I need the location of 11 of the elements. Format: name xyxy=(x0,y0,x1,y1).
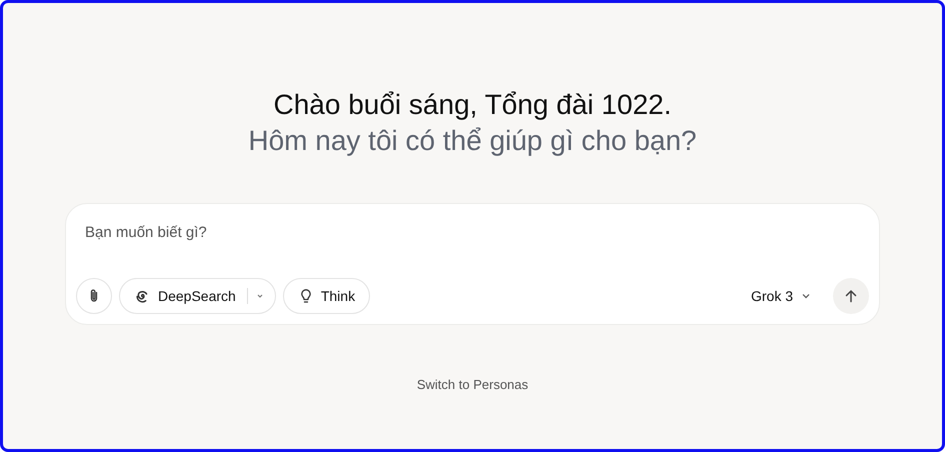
arrow-up-icon xyxy=(843,288,859,304)
send-button[interactable] xyxy=(833,278,869,314)
greeting-subtitle: Hôm nay tôi có thể giúp gì cho bạn? xyxy=(248,124,697,158)
switch-personas-link[interactable]: Switch to Personas xyxy=(416,377,528,392)
model-selector[interactable]: Grok 3 xyxy=(744,287,818,305)
deepsearch-label: DeepSearch xyxy=(158,288,236,304)
prompt-field[interactable]: Bạn muốn biết gì? xyxy=(76,222,869,243)
deepsearch-button[interactable]: DeepSearch xyxy=(119,278,276,314)
attach-button[interactable] xyxy=(76,278,112,314)
think-button[interactable]: Think xyxy=(282,278,370,314)
greeting-title: Chào buổi sáng, Tổng đài 1022. xyxy=(273,88,672,122)
